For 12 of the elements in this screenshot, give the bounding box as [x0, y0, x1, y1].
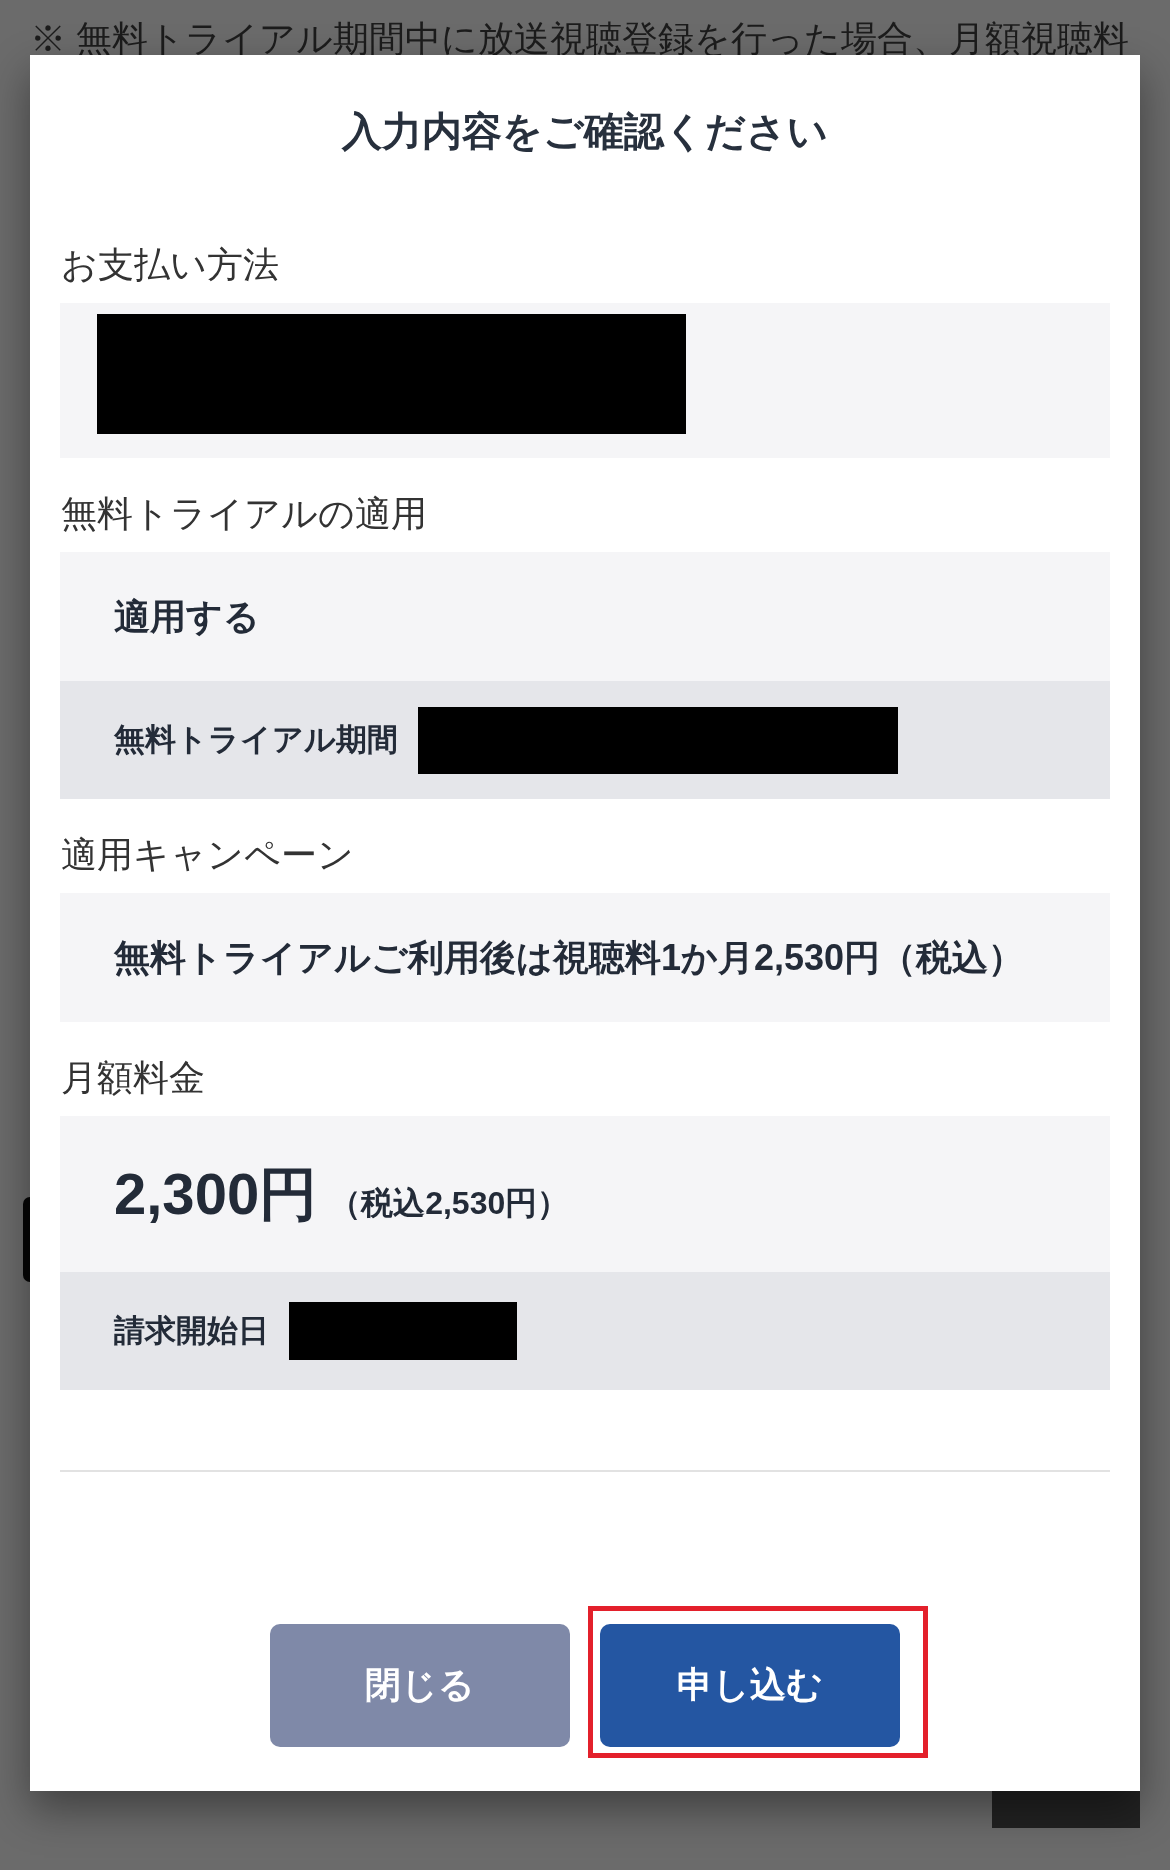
detail-label: 無料トライアル期間	[114, 721, 398, 759]
value-text: 適用する	[114, 594, 260, 639]
section-label: 適用キャンペーン	[60, 833, 354, 877]
price-amount: 2,300円	[114, 1160, 318, 1228]
dialog-title: 入力内容をご確認ください	[342, 108, 828, 155]
section-label: お支払い方法	[60, 243, 279, 287]
submit-button[interactable]: 申し込む	[600, 1624, 900, 1747]
section-label: 無料トライアルの適用	[60, 492, 427, 536]
detail-label: 請求開始日	[114, 1312, 269, 1350]
value-text: 無料トライアルご利用後は視聴料1か月2,530円（税込）	[114, 935, 1025, 980]
price-note: （税込2,530円）	[329, 1184, 570, 1223]
section-label: 月額料金	[60, 1056, 205, 1100]
